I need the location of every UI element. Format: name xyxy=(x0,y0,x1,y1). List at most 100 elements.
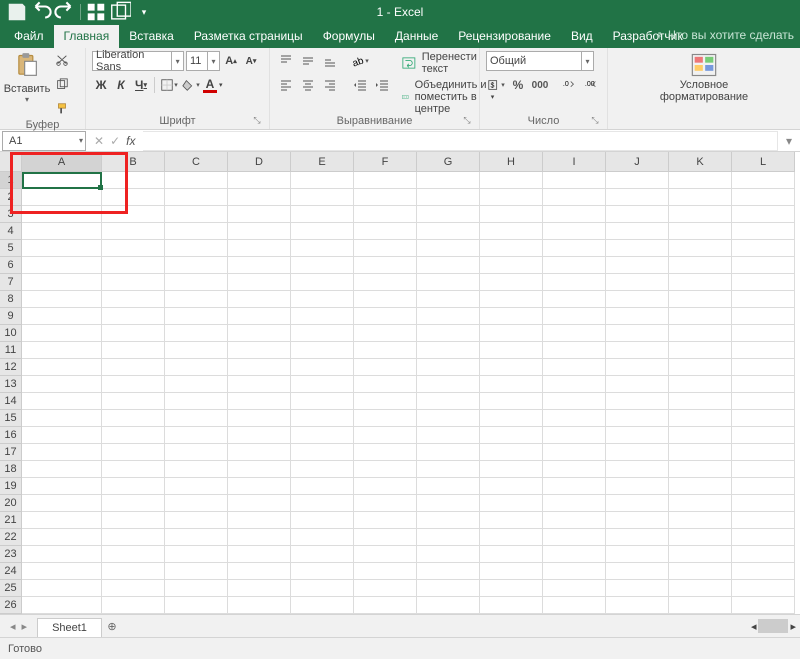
column-header[interactable]: B xyxy=(102,152,165,172)
cell[interactable] xyxy=(606,461,669,478)
column-header[interactable]: K xyxy=(669,152,732,172)
cell[interactable] xyxy=(606,580,669,597)
cell[interactable] xyxy=(228,359,291,376)
column-header[interactable]: G xyxy=(417,152,480,172)
qat-customize-icon[interactable]: ▾ xyxy=(133,2,155,22)
cell[interactable] xyxy=(291,308,354,325)
cell[interactable] xyxy=(165,563,228,580)
column-header[interactable]: D xyxy=(228,152,291,172)
cell[interactable] xyxy=(606,427,669,444)
cell[interactable] xyxy=(22,597,102,614)
cell[interactable] xyxy=(543,512,606,529)
redo-icon[interactable] xyxy=(54,2,76,22)
cell[interactable] xyxy=(102,393,165,410)
cell[interactable] xyxy=(732,546,795,563)
cell[interactable] xyxy=(480,427,543,444)
cell[interactable] xyxy=(417,223,480,240)
sheet-tab[interactable]: Sheet1 xyxy=(37,618,102,637)
cell[interactable] xyxy=(417,495,480,512)
row-header[interactable]: 19 xyxy=(0,478,22,495)
decrease-indent-button[interactable] xyxy=(350,75,370,95)
cell[interactable] xyxy=(22,393,102,410)
cell[interactable] xyxy=(417,308,480,325)
cell[interactable] xyxy=(354,172,417,189)
cell[interactable] xyxy=(291,427,354,444)
cell[interactable] xyxy=(606,189,669,206)
cell[interactable] xyxy=(732,376,795,393)
cell[interactable] xyxy=(669,495,732,512)
increase-indent-button[interactable] xyxy=(372,75,392,95)
name-box[interactable]: A1▾ xyxy=(2,131,86,151)
fill-color-button[interactable]: ▾ xyxy=(181,75,201,95)
cell[interactable] xyxy=(354,427,417,444)
cell[interactable] xyxy=(354,461,417,478)
cell[interactable] xyxy=(22,189,102,206)
cell[interactable] xyxy=(228,257,291,274)
cell[interactable] xyxy=(732,308,795,325)
hscroll-left-icon[interactable]: ◂ xyxy=(751,620,757,633)
cell[interactable] xyxy=(22,291,102,308)
cut-button[interactable] xyxy=(52,51,72,71)
cell[interactable] xyxy=(417,529,480,546)
italic-button[interactable]: К xyxy=(112,75,130,95)
cell[interactable] xyxy=(165,342,228,359)
font-size-combo[interactable]: 11▾ xyxy=(186,51,220,71)
column-header[interactable]: H xyxy=(480,152,543,172)
cell[interactable] xyxy=(291,206,354,223)
row-header[interactable]: 10 xyxy=(0,325,22,342)
cell[interactable] xyxy=(543,393,606,410)
cell[interactable] xyxy=(480,206,543,223)
row-header[interactable]: 2 xyxy=(0,189,22,206)
cell[interactable] xyxy=(22,461,102,478)
cell[interactable] xyxy=(354,291,417,308)
cell[interactable] xyxy=(165,359,228,376)
cell[interactable] xyxy=(228,206,291,223)
cell[interactable] xyxy=(732,359,795,376)
cell[interactable] xyxy=(417,206,480,223)
cell[interactable] xyxy=(732,461,795,478)
cell[interactable] xyxy=(669,597,732,614)
format-painter-button[interactable] xyxy=(52,99,72,119)
cell[interactable] xyxy=(102,444,165,461)
tab-data[interactable]: Данные xyxy=(385,25,448,48)
cell[interactable] xyxy=(606,325,669,342)
cell[interactable] xyxy=(417,342,480,359)
cell[interactable] xyxy=(606,308,669,325)
percent-button[interactable]: % xyxy=(508,75,528,95)
cell[interactable] xyxy=(22,325,102,342)
cell[interactable] xyxy=(669,529,732,546)
align-bottom-button[interactable] xyxy=(320,51,340,71)
cell[interactable] xyxy=(480,580,543,597)
row-header[interactable]: 25 xyxy=(0,580,22,597)
cell[interactable] xyxy=(606,597,669,614)
cell[interactable] xyxy=(732,172,795,189)
cell[interactable] xyxy=(228,461,291,478)
cell[interactable] xyxy=(102,461,165,478)
number-format-combo[interactable]: Общий▾ xyxy=(486,51,594,71)
cell[interactable] xyxy=(102,206,165,223)
cell[interactable] xyxy=(354,189,417,206)
cell[interactable] xyxy=(165,512,228,529)
cell[interactable] xyxy=(102,342,165,359)
cell[interactable] xyxy=(22,172,102,189)
cell[interactable] xyxy=(228,580,291,597)
cell[interactable] xyxy=(228,597,291,614)
cell[interactable] xyxy=(606,512,669,529)
cell[interactable] xyxy=(480,495,543,512)
cell[interactable] xyxy=(732,274,795,291)
cell[interactable] xyxy=(354,223,417,240)
cell[interactable] xyxy=(669,393,732,410)
cell[interactable] xyxy=(291,478,354,495)
cell[interactable] xyxy=(417,427,480,444)
cell[interactable] xyxy=(417,393,480,410)
cell[interactable] xyxy=(543,291,606,308)
cell[interactable] xyxy=(543,206,606,223)
cell[interactable] xyxy=(417,291,480,308)
cell[interactable] xyxy=(606,376,669,393)
cell[interactable] xyxy=(102,546,165,563)
cell[interactable] xyxy=(228,223,291,240)
cell[interactable] xyxy=(606,172,669,189)
cell[interactable] xyxy=(732,189,795,206)
conditional-formatting-button[interactable]: Условное форматирование xyxy=(660,51,748,127)
cell[interactable] xyxy=(480,529,543,546)
